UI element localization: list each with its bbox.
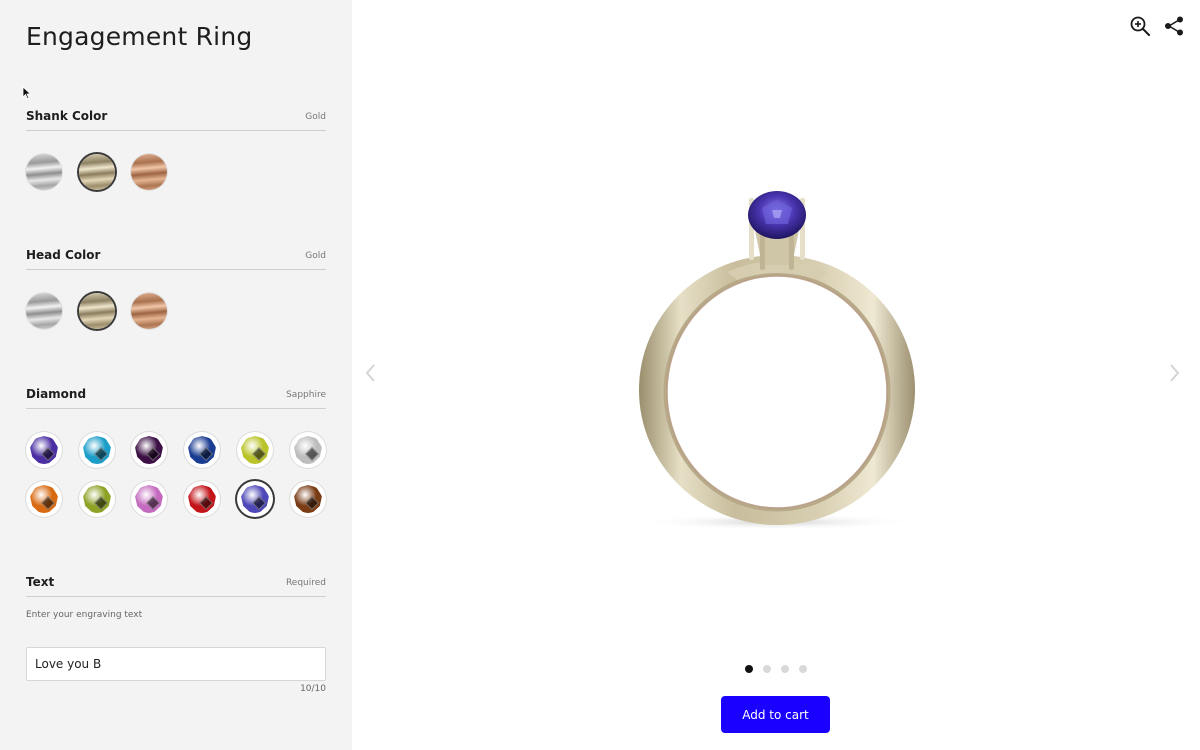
gem-swatch-4[interactable] [184,432,220,468]
carousel-dot-2[interactable] [763,665,771,673]
zoom-in-icon[interactable] [1128,14,1152,38]
carousel-dot-4[interactable] [799,665,807,673]
gem-facet-icon [93,446,109,462]
carousel-dots [352,665,1200,673]
text-label: Text [26,575,55,589]
gem-swatch-5[interactable] [237,432,273,468]
gem-swatch-3[interactable] [131,432,167,468]
gem-stone-icon [294,485,322,513]
character-counter: 10/10 [300,684,326,694]
head-gold-swatch[interactable] [79,293,115,329]
shank-silver-swatch[interactable] [26,154,62,190]
gem-stone-icon [241,436,269,464]
gem-facet-icon [40,495,56,511]
gem-facet-icon [93,495,109,511]
diamond-value: Sapphire [286,390,326,400]
gem-swatch-12[interactable] [290,481,326,517]
head-rose-swatch[interactable] [131,293,167,329]
gem-swatch-1[interactable] [26,432,62,468]
gem-facet-icon [145,446,161,462]
text-header: Text Required [26,575,326,597]
product-viewer: Add to cart [352,0,1200,750]
gem-stone-icon [135,485,163,513]
gem-stone-icon [188,485,216,513]
gem-stone-icon [83,436,111,464]
mouse-cursor-icon [22,86,32,100]
gem-stone-icon [241,485,269,513]
gem-facet-icon [251,446,267,462]
head-silver-swatch[interactable] [26,293,62,329]
carousel-dot-1[interactable] [745,665,753,673]
head-color-value: Gold [305,251,326,261]
gem-stone-icon [135,436,163,464]
gem-facet-icon [198,495,214,511]
text-required-note: Required [285,578,326,588]
gem-swatch-8[interactable] [79,481,115,517]
next-arrow-icon[interactable] [1166,362,1182,384]
shank-gold-swatch[interactable] [79,154,115,190]
engraving-input[interactable] [26,647,326,681]
gem-stone-icon [30,485,58,513]
gem-facet-icon [40,446,56,462]
previous-arrow-icon[interactable] [363,362,379,384]
engraving-hint: Enter your engraving text [26,610,143,620]
gem-swatch-9[interactable] [131,481,167,517]
gem-stone-icon [83,485,111,513]
configurator-sidebar: Engagement Ring Shank Color Gold Head Co… [0,0,352,750]
gem-stone-icon [188,436,216,464]
gem-stone-icon [294,436,322,464]
head-color-label: Head Color [26,248,101,262]
gem-swatch-10[interactable] [184,481,220,517]
gem-facet-icon [198,446,214,462]
shank-color-value: Gold [305,112,326,122]
gem-facet-icon [251,495,267,511]
share-icon[interactable] [1162,14,1186,38]
head-color-header: Head Color Gold [26,248,326,270]
gem-facet-icon [304,495,320,511]
diamond-header: Diamond Sapphire [26,387,326,409]
shank-rose-swatch[interactable] [131,154,167,190]
diamond-label: Diamond [26,387,87,401]
gem-facet-icon [304,446,320,462]
gem-swatch-6[interactable] [290,432,326,468]
shank-color-label: Shank Color [26,109,108,123]
ring-image [637,191,917,530]
shank-color-header: Shank Color Gold [26,109,326,131]
gem-facet-icon [145,495,161,511]
gem-swatch-2[interactable] [79,432,115,468]
app-root: Engagement Ring Shank Color Gold Head Co… [0,0,1200,750]
gem-swatch-7[interactable] [26,481,62,517]
gem-stone-icon [30,436,58,464]
page-title: Engagement Ring [26,22,253,51]
add-to-cart-button[interactable]: Add to cart [721,696,830,733]
carousel-dot-3[interactable] [781,665,789,673]
gem-swatch-11[interactable] [237,481,273,517]
